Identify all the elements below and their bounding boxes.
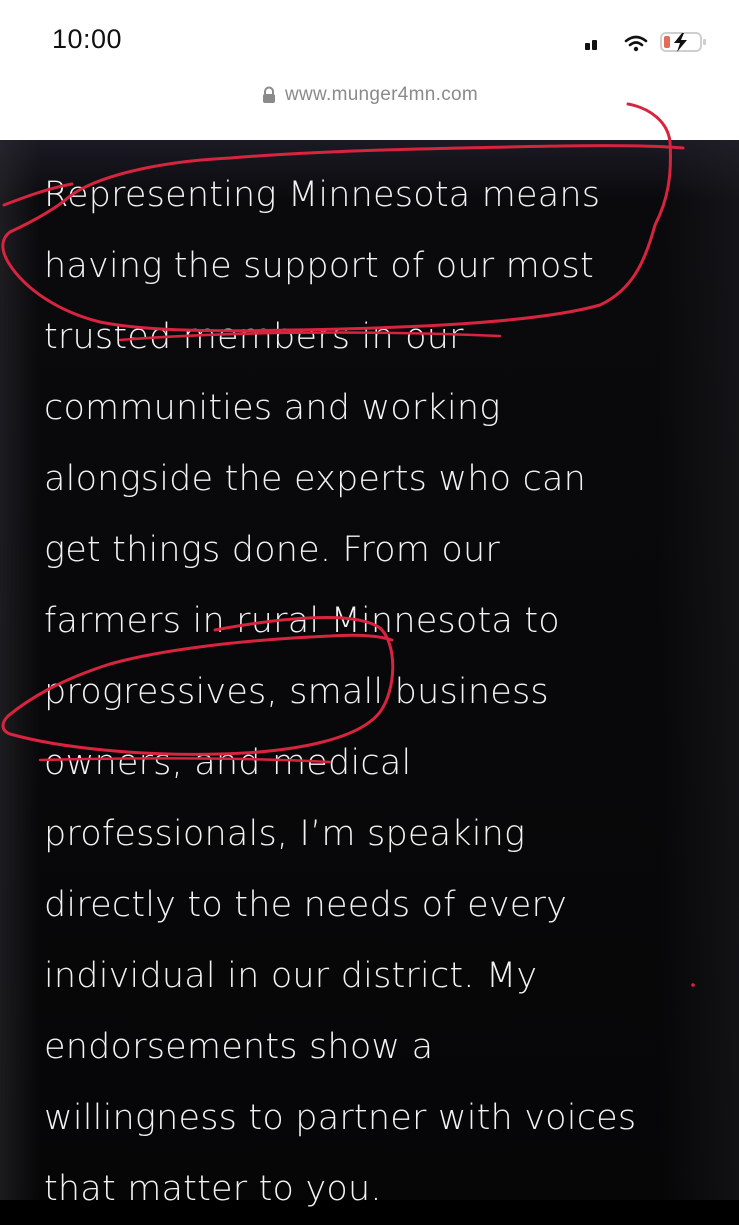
article-paragraph: Representing Minnesota means having the … xyxy=(44,160,724,1225)
paragraph-line: communities and working xyxy=(44,388,501,428)
paragraph-line: Representing Minnesota means xyxy=(44,175,601,215)
lock-icon xyxy=(262,86,275,103)
url-text: www.munger4mn.com xyxy=(284,84,479,105)
paragraph-line: that matter to you. xyxy=(44,1169,382,1209)
paragraph-line: progressives, small business xyxy=(44,672,549,712)
wifi-icon xyxy=(624,35,648,52)
status-time: 10:00 xyxy=(52,24,123,54)
battery-charging-icon xyxy=(660,32,706,52)
address-bar[interactable]: www.munger4mn.com xyxy=(0,84,739,114)
paragraph-line: trusted members in our xyxy=(44,317,464,357)
paragraph-line: get things done. From our xyxy=(44,530,500,570)
paragraph-line: willingness to partner with voices xyxy=(44,1098,637,1138)
paragraph-line: professionals, I’m speaking xyxy=(44,814,526,854)
paragraph-line: endorsements show a xyxy=(44,1027,434,1067)
paragraph-line: having the support of our most xyxy=(44,246,594,286)
paragraph-line: directly to the needs of every xyxy=(44,885,568,925)
paragraph-line: alongside the experts who can xyxy=(44,459,587,499)
signal-icon xyxy=(585,38,601,50)
paragraph-line: owners, and medical xyxy=(44,743,412,783)
paragraph-line: individual in our district. My xyxy=(44,956,538,996)
browser-chrome: 10:00 www.munger4mn.com xyxy=(0,0,739,140)
paragraph-line: farmers in rural Minnesota to xyxy=(44,601,560,641)
